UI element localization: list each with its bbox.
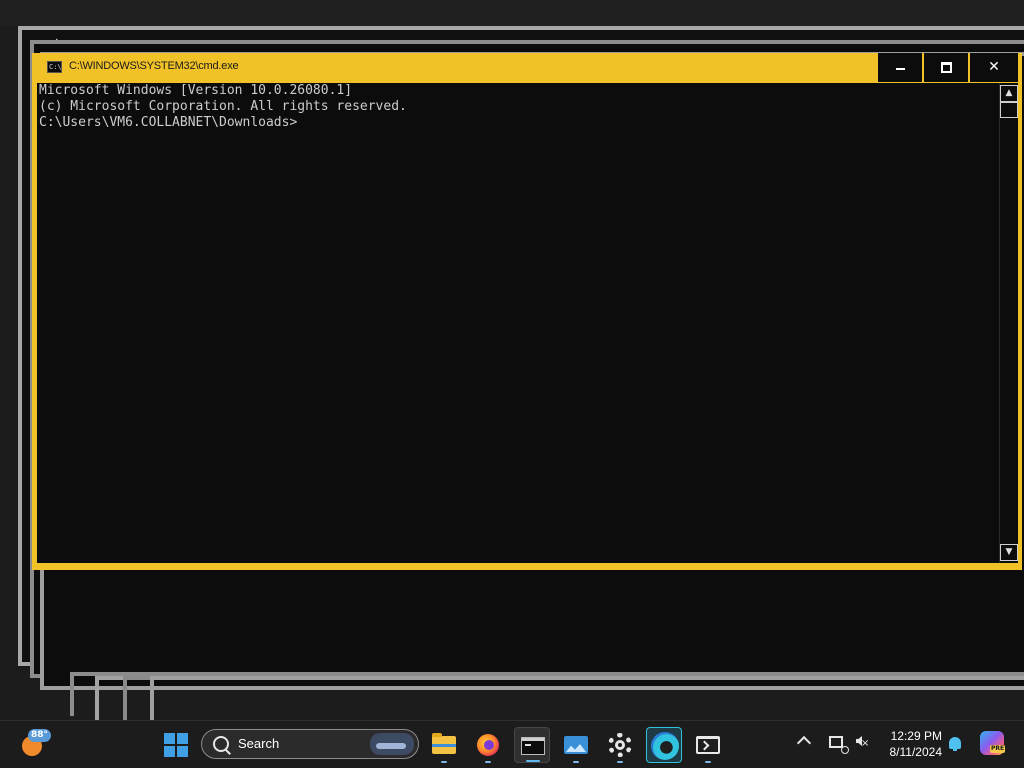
- edge-icon: [651, 732, 679, 760]
- search-label: Search: [238, 736, 280, 751]
- console-line: Microsoft Windows [Version 10.0.26080.1]: [39, 83, 353, 98]
- photos-icon: [564, 736, 588, 754]
- close-icon: ✕: [988, 59, 1000, 75]
- scroll-up-button[interactable]: ▲: [1000, 85, 1018, 102]
- scroll-thumb[interactable]: [1000, 102, 1018, 118]
- scroll-down-button[interactable]: ▼: [1000, 544, 1018, 561]
- cmd-titlebar[interactable]: C:\ C:\WINDOWS\SYSTEM32\cmd.exe ✕: [32, 53, 1022, 83]
- copilot-preview-badge: PRE: [990, 745, 1006, 753]
- desktop: + ⌄ — ▣ C:\ C:\WINDOWS\SYSTEM32\cmd.exe …: [0, 0, 1024, 720]
- running-indicator: [526, 760, 540, 762]
- mute-x-icon: ×: [861, 738, 870, 749]
- copilot-icon[interactable]: PRE: [980, 731, 1006, 755]
- search-icon: [213, 736, 229, 752]
- maximize-icon: [940, 61, 952, 73]
- taskbar-edge[interactable]: [646, 727, 682, 763]
- minimize-button[interactable]: [878, 53, 922, 82]
- cmd-app-icon[interactable]: C:\: [47, 61, 62, 73]
- minimize-icon: [895, 68, 905, 70]
- clock-date: 8/11/2024: [889, 745, 943, 759]
- running-indicator: [573, 761, 579, 763]
- command-prompt[interactable]: C:\Users\VM6.COLLABNET\Downloads>: [37, 115, 999, 131]
- search-highlight-image: [370, 733, 414, 755]
- clock-time: 12:29 PM: [890, 729, 942, 743]
- firefox-icon: [477, 734, 499, 756]
- maximize-button[interactable]: [924, 53, 968, 82]
- taskbar-terminal[interactable]: [690, 727, 726, 763]
- window-title: C:\WINDOWS\SYSTEM32\cmd.exe: [69, 60, 239, 72]
- taskbar-firefox[interactable]: [470, 727, 506, 763]
- taskbar-clock[interactable]: 12:29 PM 8/11/2024: [872, 728, 943, 760]
- taskbar-search-box[interactable]: Search: [201, 729, 419, 759]
- network-icon[interactable]: [829, 736, 849, 754]
- cmd-icon: [521, 737, 545, 755]
- running-indicator: [705, 761, 711, 763]
- taskbar: 88° Search × 12:29 PM 8/11/2024 PRE: [0, 720, 1024, 768]
- windows-logo-icon: [177, 733, 188, 744]
- taskbar-command-prompt[interactable]: [514, 727, 550, 763]
- notification-bell-icon[interactable]: [949, 737, 961, 751]
- taskbar-photos[interactable]: [558, 727, 594, 763]
- terminal-icon: [696, 736, 720, 754]
- windows-logo-icon: [164, 746, 175, 757]
- start-button[interactable]: [164, 733, 188, 757]
- folder-icon: [432, 733, 456, 754]
- taskbar-settings[interactable]: [602, 727, 638, 763]
- taskbar-file-explorer[interactable]: [426, 727, 462, 763]
- chevron-down-icon: ▼: [1005, 547, 1013, 557]
- gear-icon: [608, 733, 632, 757]
- console-line: (c) Microsoft Corporation. All rights re…: [39, 99, 407, 114]
- running-indicator: [485, 761, 491, 763]
- chevron-up-icon: ▲: [1005, 88, 1013, 98]
- windows-logo-icon: [177, 746, 188, 757]
- console-output[interactable]: Microsoft Windows [Version 10.0.26080.1]…: [37, 83, 999, 563]
- desktop-top-strip: [0, 0, 1024, 26]
- running-indicator: [617, 761, 623, 763]
- weather-temperature: 88°: [28, 729, 52, 742]
- weather-widget[interactable]: 88°: [20, 729, 52, 757]
- show-hidden-icons-chevron-icon[interactable]: [796, 735, 812, 751]
- close-button[interactable]: ✕: [970, 53, 1018, 82]
- windows-logo-icon: [164, 733, 175, 744]
- vertical-scrollbar[interactable]: ▲ ▼: [999, 83, 1018, 563]
- ghost-window-trail: [150, 676, 1024, 720]
- running-indicator: [441, 761, 447, 763]
- cmd-window[interactable]: C:\ C:\WINDOWS\SYSTEM32\cmd.exe ✕ Micros…: [32, 53, 1022, 570]
